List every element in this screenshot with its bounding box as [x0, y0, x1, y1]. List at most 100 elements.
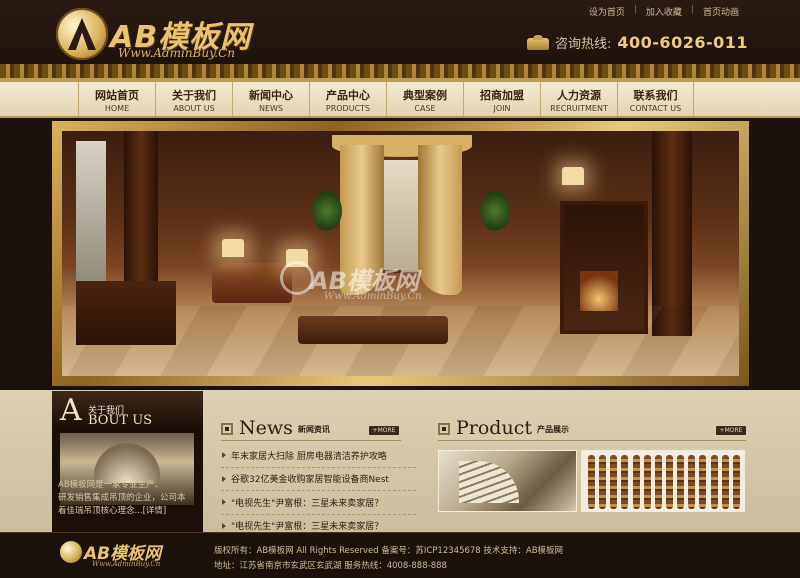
watermark-icon: [280, 261, 314, 295]
section-icon: [221, 423, 233, 435]
about-title-en: BOUT US: [88, 413, 153, 428]
nav-label-en: ABOUT US: [173, 104, 215, 113]
about-header: A 关于我们 BOUT US: [52, 391, 203, 429]
banner-image: AB模板网 Www.AdminBuy.Cn: [62, 131, 739, 376]
banner-fire: [580, 271, 618, 311]
baluster: [710, 455, 718, 509]
section-divider: [438, 440, 746, 441]
news-item-title: 谷歌32亿美金收购家居智能设备商Nest: [231, 475, 389, 486]
baluster: [721, 455, 729, 509]
product-title-en: Product: [456, 417, 532, 439]
baluster: [643, 455, 651, 509]
baluster: [588, 455, 595, 509]
about-text-line: 研发销售集成吊顶的企业，公司本: [58, 493, 186, 503]
nav-label-en: RECRUITMENT: [550, 104, 608, 113]
banner-plant: [480, 191, 510, 231]
logo-subtitle: Www.AdminBuy.Cn: [118, 46, 236, 60]
nav-label-cn: 关于我们: [172, 89, 216, 102]
about-text-line: AB模板网是一家专业生产、: [58, 480, 164, 490]
nav-label-en: JOIN: [493, 104, 511, 113]
baluster: [688, 455, 696, 509]
nav-label-en: HOME: [104, 104, 130, 113]
bullet-icon: [222, 522, 226, 529]
site-logo[interactable]: AB模板网 Www.AdminBuy.Cn: [56, 8, 276, 70]
hotline: 咨询热线: 400-6026-011: [527, 33, 748, 52]
news-item-title: "电视先生"尹富根：三星未来卖家居？: [231, 498, 384, 509]
baluster-row: [588, 455, 740, 509]
banner-watermark-sub: Www.AdminBuy.Cn: [324, 291, 422, 302]
bullet-icon: [222, 452, 226, 459]
banner-fireplace: [560, 201, 648, 334]
nav-label-cn: 新闻中心: [249, 89, 293, 102]
about-box: A 关于我们 BOUT US AB模板网是一家专业生产、 研发销售集成吊顶的企业…: [52, 391, 203, 532]
banner-table: [298, 316, 448, 344]
add-favorite-link[interactable]: 加入收藏: [637, 5, 691, 18]
nav-item-home[interactable]: 网站首页 HOME: [78, 82, 155, 116]
banner-plant: [312, 191, 342, 231]
nav-label-en: PRODUCTS: [325, 104, 371, 113]
footer-address: 地址：江苏省南京市玄武区玄武湖 服务热线：4008-888-888: [214, 561, 447, 571]
section-divider: [221, 440, 401, 441]
baluster: [621, 455, 629, 509]
nav-label-cn: 联系我们: [633, 89, 678, 102]
product-image-staircase[interactable]: [438, 450, 577, 512]
about-text: AB模板网是一家专业生产、 研发销售集成吊顶的企业，公司本 着佳瑞吊顶核心理念.…: [58, 479, 198, 518]
home-animation-link[interactable]: 首页动画: [694, 5, 748, 18]
nav-item-news[interactable]: 新闻中心 NEWS: [232, 82, 309, 116]
footer-logo-icon: [60, 541, 82, 563]
product-more-button[interactable]: +MORE: [716, 426, 746, 435]
banner-curtain: [418, 145, 462, 295]
product-header: Product 产品展示: [438, 418, 569, 438]
nav-label-en: CASE: [414, 104, 436, 113]
footer-copyright: 版权所有：AB模板网 All Rights Reserved 备案号：苏ICP1…: [214, 546, 564, 556]
baluster: [699, 455, 707, 509]
nav-label-cn: 典型案例: [403, 89, 447, 102]
news-more-button[interactable]: +MORE: [369, 426, 399, 435]
baluster: [654, 455, 662, 509]
banner-lamp: [222, 239, 244, 257]
banner-frame: AB模板网 Www.AdminBuy.Cn: [52, 121, 749, 386]
news-item[interactable]: 年末家居大扫除 厨房电器清洁养护攻略: [221, 444, 416, 468]
nav-item-contact[interactable]: 联系我们 CONTACT US: [617, 82, 694, 116]
set-homepage-link[interactable]: 设为首页: [580, 5, 634, 18]
nav-item-case[interactable]: 典型案例 CASE: [386, 82, 463, 116]
banner-lamp: [562, 167, 584, 185]
nav-label-cn: 网站首页: [95, 89, 139, 102]
baluster: [632, 455, 640, 509]
news-item[interactable]: "电视先生"尹富根：三星未来卖家居？: [221, 491, 416, 515]
nav-label-cn: 产品中心: [326, 89, 370, 102]
section-icon: [438, 423, 450, 435]
nav-label-cn: 招商加盟: [480, 89, 524, 102]
news-item[interactable]: 谷歌32亿美金收购家居智能设备商Nest: [221, 468, 416, 491]
news-header: News 新闻资讯: [221, 418, 330, 438]
ornament-border: [0, 64, 800, 82]
banner-cabinet: [76, 281, 176, 345]
nav-label-en: CONTACT US: [629, 104, 682, 113]
news-list: 年末家居大扫除 厨房电器清洁养护攻略 谷歌32亿美金收购家居智能设备商Nest …: [221, 444, 416, 538]
nav-label-cn: 人力资源: [557, 89, 601, 102]
banner-window: [76, 141, 106, 291]
nav-item-products[interactable]: 产品中心 PRODUCTS: [309, 82, 386, 116]
hotline-number: 400-6026-011: [617, 33, 748, 52]
baluster: [732, 455, 740, 509]
news-item-title: 年末家居大扫除 厨房电器清洁养护攻略: [231, 451, 387, 462]
baluster: [599, 455, 607, 509]
nav-label-en: NEWS: [258, 104, 284, 113]
product-image-balusters[interactable]: [581, 450, 745, 512]
bullet-icon: [222, 499, 226, 506]
baluster: [665, 455, 673, 509]
hotline-label: 咨询热线:: [555, 37, 612, 52]
main-nav: 网站首页 HOME 关于我们 ABOUT US 新闻中心 NEWS 产品中心 P…: [0, 82, 800, 118]
logo-emblem-icon: [56, 8, 108, 60]
baluster: [677, 455, 685, 509]
news-title-en: News: [239, 417, 293, 439]
baluster: [610, 455, 618, 509]
nav-item-join[interactable]: 招商加盟 JOIN: [463, 82, 540, 116]
about-details-link[interactable]: 着佳瑞吊顶核心理念...[详情]: [58, 505, 198, 518]
top-links: 设为首页 | 加入收藏 | 首页动画: [580, 5, 748, 18]
bullet-icon: [222, 475, 226, 482]
news-title-cn: 新闻资讯: [297, 425, 330, 434]
nav-item-recruitment[interactable]: 人力资源 RECRUITMENT: [540, 82, 617, 116]
product-title-cn: 产品展示: [536, 425, 569, 434]
nav-item-about[interactable]: 关于我们 ABOUT US: [155, 82, 232, 116]
